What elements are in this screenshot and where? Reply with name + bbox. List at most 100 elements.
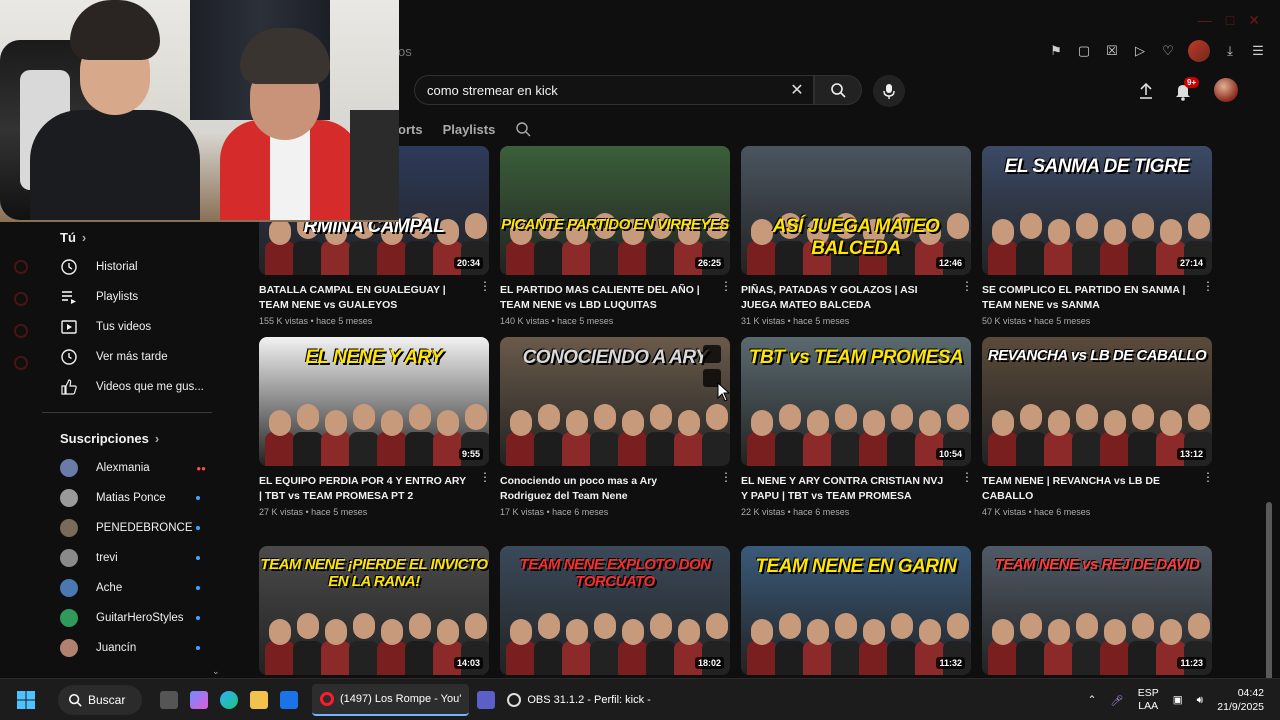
maximize-icon[interactable]: □	[1226, 12, 1234, 29]
player-figure	[534, 641, 564, 675]
video-thumbnail[interactable]: TEAM NENE vs REJ DE DAVID 11:23	[982, 546, 1212, 675]
tab-shorts[interactable]: orts	[398, 122, 423, 137]
video-card[interactable]: PICANTE PARTIDO EN VIRREYES 26:25 EL PARTI…	[500, 146, 732, 326]
sidebar-item-watch-later[interactable]: Ver más tarde	[42, 342, 222, 372]
subscription-item[interactable]: PENEDEBRONCE	[42, 513, 222, 543]
channel-search-icon[interactable]	[515, 121, 531, 137]
video-card[interactable]: EL SANMA DE TIGRE 27:14 SE COMPLICO EL PAR…	[982, 146, 1214, 326]
account-avatar[interactable]	[1214, 78, 1238, 102]
more-options-icon[interactable]: ⋮	[479, 470, 491, 484]
sidebar-item-history[interactable]: Historial	[42, 252, 222, 282]
video-title[interactable]: EL NENE Y ARY CONTRA CRISTIAN NVJ Y PAPU…	[741, 474, 951, 504]
subscription-item[interactable]: Juancín	[42, 633, 222, 663]
edge-browser-icon[interactable]	[220, 690, 238, 709]
watch-later-overlay-icon[interactable]	[703, 345, 721, 363]
video-thumbnail[interactable]: EL NENE Y ARY 9:55	[259, 337, 489, 466]
taskbar-app-obs[interactable]: OBS 31.1.2 - Perfil: kick -	[499, 684, 658, 716]
teams-icon[interactable]	[477, 690, 496, 709]
network-icon[interactable]: ▣	[1173, 694, 1183, 706]
tab-playlists[interactable]: Playlists	[443, 122, 496, 137]
video-card[interactable]: EL NENE Y ARY 9:55 EL EQUIPO PERDIA POR 4 …	[259, 337, 491, 517]
video-thumbnail[interactable]: TBT vs TEAM PROMESA 10:54	[741, 337, 971, 466]
video-card[interactable]: TEAM NENE EN GARIN 11:32	[741, 546, 971, 675]
subscription-item[interactable]: Matias Ponce	[42, 483, 222, 513]
taskbar-search[interactable]: Buscar	[58, 684, 142, 715]
video-card[interactable]: TEAM NENE ¡PIERDE EL INVICTO EN LA RANA!…	[259, 546, 489, 675]
page-scrollbar[interactable]	[1264, 70, 1274, 708]
rail-icon[interactable]	[14, 292, 28, 306]
subscription-item[interactable]: Alexmania ●●	[42, 453, 222, 483]
outlook-icon[interactable]	[280, 690, 298, 709]
video-card[interactable]: CONOCIENDO A ARY Conociendo un poco mas a…	[500, 337, 732, 517]
taskbar-app-browser[interactable]: (1497) Los Rompe - You'	[312, 683, 470, 716]
clock[interactable]: 04:42 21/9/2025	[1217, 686, 1264, 714]
video-thumbnail[interactable]: PICANTE PARTIDO EN VIRREYES 26:25	[500, 146, 730, 275]
sidebar-you-section[interactable]: Tú ›	[42, 222, 222, 252]
minimize-icon[interactable]: —	[1198, 12, 1212, 29]
copilot-icon[interactable]	[190, 690, 208, 709]
video-title[interactable]: TEAM NENE | REVANCHA vs LB DE CABALLO	[982, 474, 1192, 504]
video-thumbnail[interactable]: EL SANMA DE TIGRE 27:14	[982, 146, 1212, 275]
video-thumbnail[interactable]: CONOCIENDO A ARY	[500, 337, 730, 466]
video-title[interactable]: Conociendo un poco mas a Ary Rodriguez d…	[500, 474, 710, 504]
rail-icon[interactable]	[14, 260, 28, 274]
play-extension-icon[interactable]: ▷	[1132, 43, 1148, 59]
video-thumbnail[interactable]: REVANCHA vs LB DE CABALLO 13:12	[982, 337, 1212, 466]
screenshot-icon[interactable]: ▢	[1076, 43, 1092, 59]
more-options-icon[interactable]: ⋮	[479, 279, 491, 293]
subscription-item[interactable]: Ache	[42, 573, 222, 603]
more-options-icon[interactable]: ⋮	[961, 279, 973, 293]
player-figure	[919, 619, 941, 645]
search-input[interactable]	[427, 82, 787, 98]
chevron-up-icon[interactable]: ⌃	[1088, 694, 1097, 706]
rail-icon[interactable]	[14, 356, 28, 370]
video-thumbnail[interactable]: TEAM NENE EN GARIN 11:32	[741, 546, 971, 675]
close-window-icon[interactable]: ✕	[1248, 12, 1260, 29]
player-figure	[381, 410, 403, 436]
video-card[interactable]: TEAM NENE vs REJ DE DAVID 11:23	[982, 546, 1212, 675]
sidebar-subscriptions-section[interactable]: Suscripciones ›	[42, 423, 222, 453]
video-thumbnail[interactable]: TEAM NENE ¡PIERDE EL INVICTO EN LA RANA!…	[259, 546, 489, 675]
more-options-icon[interactable]: ⋮	[1202, 470, 1214, 484]
video-thumbnail[interactable]: ASÍ JUEGA MATEO BALCEDA 12:46	[741, 146, 971, 275]
obs-icon	[507, 692, 522, 707]
sidebar-item-playlists[interactable]: Playlists	[42, 282, 222, 312]
sidebar-item-your-videos[interactable]: Tus videos	[42, 312, 222, 342]
search-button[interactable]	[814, 75, 862, 105]
sidebar-item-liked-videos[interactable]: Videos que me gus...	[42, 372, 222, 402]
more-options-icon[interactable]: ⋮	[720, 279, 732, 293]
file-explorer-icon[interactable]	[250, 690, 268, 709]
player-figure	[325, 410, 347, 436]
task-view-icon[interactable]	[160, 690, 178, 709]
rail-icon[interactable]	[14, 324, 28, 338]
video-card[interactable]: REVANCHA vs LB DE CABALLO 13:12 TEAM NENE …	[982, 337, 1214, 517]
windows-start-icon[interactable]	[16, 690, 36, 710]
video-card[interactable]: TBT vs TEAM PROMESA 10:54 EL NENE Y ARY CO…	[741, 337, 973, 517]
voice-search-button[interactable]	[873, 75, 905, 107]
microphone-tray-icon[interactable]: 🎤︎	[1110, 694, 1123, 707]
video-title[interactable]: PIÑAS, PATADAS Y GOLAZOS | ASI JUEGA MAT…	[741, 283, 951, 313]
volume-icon[interactable]: 🔊︎	[1197, 694, 1204, 707]
video-card[interactable]: TEAM NENE EXPLOTO DON TORCUATO 18:02	[500, 546, 730, 675]
clear-search-icon[interactable]: ✕	[787, 81, 807, 101]
bookmark-icon[interactable]: ⚑	[1048, 43, 1064, 59]
subscription-item[interactable]: trevi	[42, 543, 222, 573]
video-card[interactable]: ASÍ JUEGA MATEO BALCEDA 12:46 PIÑAS, PATAD…	[741, 146, 973, 326]
video-thumbnail[interactable]: TEAM NENE EXPLOTO DON TORCUATO 18:02	[500, 546, 730, 675]
more-options-icon[interactable]: ⋮	[720, 470, 732, 484]
video-title[interactable]: SE COMPLICO EL PARTIDO EN SANMA | TEAM N…	[982, 283, 1192, 313]
more-options-icon[interactable]: ⋮	[961, 470, 973, 484]
more-options-icon[interactable]: ⋮	[1202, 279, 1214, 293]
video-title[interactable]: EL PARTIDO MAS CALIENTE DEL AÑO | TEAM N…	[500, 283, 710, 313]
video-title[interactable]: EL EQUIPO PERDIA POR 4 Y ENTRO ARY | TBT…	[259, 474, 469, 504]
sidebar-scroll-down-icon[interactable]: ⌄	[212, 666, 220, 677]
download-icon[interactable]: ⤓	[1222, 43, 1238, 59]
subscription-item[interactable]: GuitarHeroStyles	[42, 603, 222, 633]
browser-profile-avatar[interactable]	[1188, 40, 1210, 62]
favorite-icon[interactable]: ♡	[1160, 43, 1176, 59]
video-title[interactable]: BATALLA CAMPAL EN GUALEGUAY | TEAM NENE …	[259, 283, 469, 313]
create-upload-icon[interactable]	[1136, 81, 1156, 101]
shield-extension-icon[interactable]: ☒	[1104, 43, 1120, 59]
language-indicator[interactable]: ESP LAA	[1138, 687, 1159, 713]
menu-icon[interactable]: ☰	[1250, 43, 1266, 59]
